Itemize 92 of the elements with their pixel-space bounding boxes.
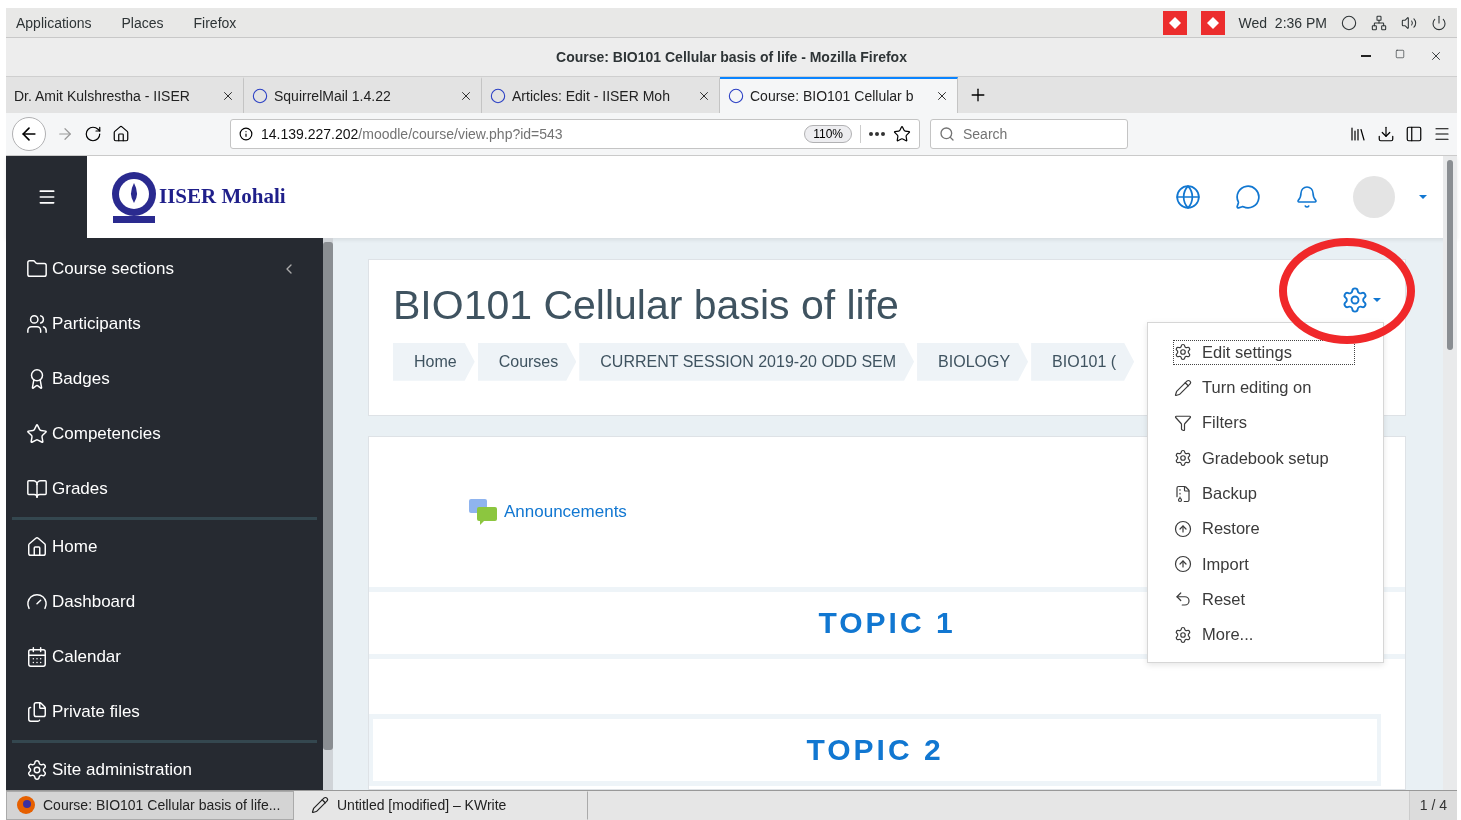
settings-icon <box>1174 625 1192 644</box>
sidebar-icon <box>1405 124 1423 143</box>
site-logo[interactable]: IISER Mohali <box>159 184 286 210</box>
announcements-link[interactable]: Announcements <box>504 501 627 522</box>
emblem-icon <box>109 169 159 224</box>
browser-tab[interactable]: Course: BIO101 Cellular b <box>720 77 958 113</box>
network-icon <box>1371 14 1387 31</box>
pencil-icon <box>1174 378 1192 397</box>
status-icon <box>1341 14 1357 31</box>
taskbar-item[interactable]: Untitled [modified] – KWrite <box>300 790 588 820</box>
maximize-icon <box>1395 49 1405 60</box>
minimize-icon[interactable] <box>1361 55 1371 58</box>
menu-item[interactable]: Import <box>1148 546 1383 582</box>
browser-tab[interactable]: SquirrelMail 1.4.22 <box>244 77 482 113</box>
globe-icon <box>1175 183 1201 210</box>
scrollbar-thumb[interactable] <box>1447 159 1453 350</box>
up-arrow-circle-icon <box>1174 555 1192 574</box>
reply-arrow-icon <box>1174 590 1192 609</box>
reload-icon <box>84 124 102 143</box>
settings-icon <box>1174 343 1192 362</box>
more-icon[interactable] <box>869 131 885 136</box>
star-icon <box>893 124 911 143</box>
calendar-icon <box>26 646 48 669</box>
bell-icon <box>1295 184 1319 209</box>
sidebar-item[interactable]: Private files <box>12 684 317 740</box>
sidebar-item[interactable]: Competencies <box>12 406 317 462</box>
browser-tab[interactable]: Dr. Amit Kulshrestha - IISER <box>6 77 244 113</box>
up-arrow-circle-icon <box>1174 519 1192 538</box>
menu-item[interactable]: Turn editing on <box>1148 369 1383 406</box>
settings-icon <box>1174 449 1192 468</box>
sidebar-item[interactable]: Dashboard <box>12 574 317 630</box>
app-tray-icon[interactable] <box>1200 10 1225 35</box>
scrollbar-thumb[interactable] <box>323 241 333 750</box>
filter-icon <box>1174 413 1192 432</box>
home-icon <box>26 536 48 559</box>
info-icon[interactable] <box>239 126 253 141</box>
menu-item[interactable]: Gradebook setup <box>1148 440 1383 476</box>
back-button[interactable] <box>12 116 46 151</box>
people-icon <box>26 313 48 336</box>
breadcrumb-link[interactable]: BIO101 ( <box>1031 342 1135 381</box>
caret-icon[interactable] <box>1419 194 1427 199</box>
course-title: BIO101 Cellular basis of life <box>393 281 899 329</box>
download-icon <box>1377 124 1395 143</box>
volume-icon <box>1401 14 1417 31</box>
breadcrumb-link[interactable]: BIOLOGY <box>917 342 1029 381</box>
sidebar-item[interactable]: Badges <box>12 351 317 407</box>
sidebar-item[interactable]: Participants <box>12 296 317 352</box>
topic-heading: TOPIC 1 <box>818 605 956 640</box>
settings-icon <box>26 759 48 782</box>
settings-icon <box>1341 285 1369 314</box>
menu-item[interactable]: Reset <box>1148 581 1383 618</box>
settings-button[interactable] <box>1341 285 1381 314</box>
sidebar-item[interactable]: Calendar <box>12 629 317 685</box>
menu-item[interactable]: Edit settings <box>1148 334 1383 370</box>
system-menu[interactable]: Applications <box>16 14 92 31</box>
sidebar-item[interactable]: Course sections <box>12 241 317 297</box>
site-icon <box>490 88 506 105</box>
site-icon <box>252 88 268 105</box>
address-field[interactable]: 14.139.227.202/moodle/course/view.php?id=543 110% <box>230 118 920 149</box>
star-icon <box>26 423 48 446</box>
site-icon <box>728 88 744 105</box>
clock[interactable]: Wed 2:36 PM <box>1238 14 1327 31</box>
breadcrumb-link[interactable]: Courses <box>477 342 577 381</box>
search-icon <box>939 125 955 142</box>
book-icon <box>26 478 48 501</box>
zoom-level[interactable]: 110% <box>804 124 852 143</box>
sidebar-item[interactable]: Home <box>12 519 317 575</box>
menu-item[interactable]: Filters <box>1148 405 1383 441</box>
breadcrumb-link[interactable]: Home <box>393 342 475 381</box>
breadcrumb-link[interactable]: CURRENT SESSION 2019-20 ODD SEM <box>579 342 915 381</box>
files-icon <box>26 701 48 724</box>
menu-item[interactable]: More... <box>1148 617 1383 653</box>
taskbar-item[interactable]: Course: BIO101 Cellular basis of life... <box>6 790 294 820</box>
workspace-pager[interactable]: 1 / 4 <box>1408 790 1457 820</box>
search-field[interactable]: Search <box>930 118 1128 149</box>
menu-item[interactable]: Restore <box>1148 511 1383 547</box>
forum-icon <box>468 497 498 526</box>
topic-heading: TOPIC 2 <box>806 732 944 767</box>
archive-file-icon <box>1174 484 1192 503</box>
system-menu[interactable]: Firefox <box>193 14 237 31</box>
window-title: Course: BIO101 Cellular basis of life - Mozilla Firefox <box>556 49 907 66</box>
home-icon <box>112 124 130 143</box>
sidebar-item[interactable]: Grades <box>12 461 317 517</box>
app-tray-icon[interactable] <box>1162 10 1187 35</box>
menu-button[interactable] <box>6 155 87 238</box>
power-icon <box>1431 14 1447 31</box>
menu-item[interactable]: Backup <box>1148 475 1383 512</box>
system-menu[interactable]: Places <box>121 14 164 31</box>
speech-bubble-icon <box>1235 183 1261 210</box>
browser-icon <box>17 796 35 815</box>
caret-icon <box>1373 297 1381 302</box>
pencil-icon <box>311 796 329 815</box>
